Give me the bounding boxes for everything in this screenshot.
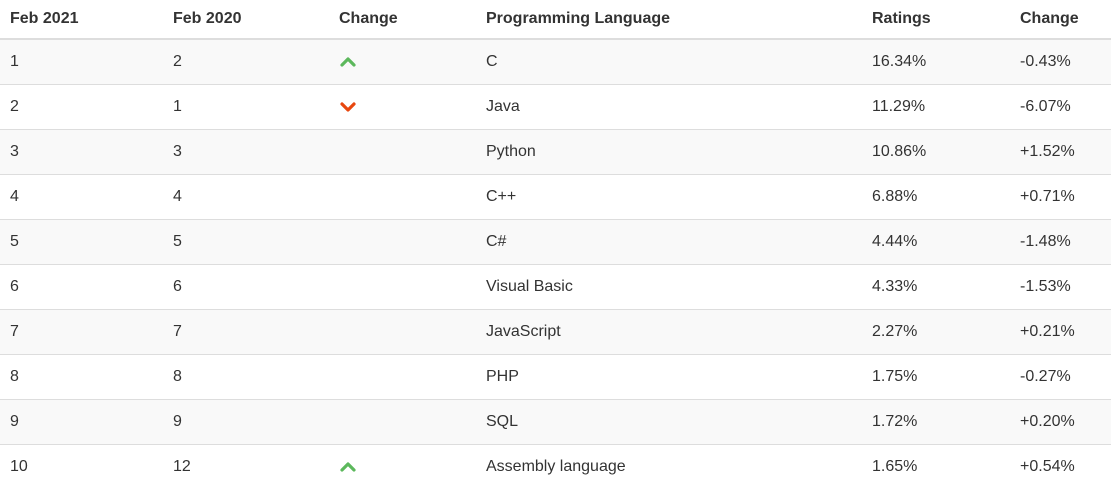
rank-feb-2021-cell: 6 <box>0 264 163 310</box>
rank-feb-2021-cell: 2 <box>0 84 163 130</box>
rank-feb-2020-cell: 9 <box>163 399 329 445</box>
language-name-cell: PHP <box>476 354 862 400</box>
rank-feb-2021-cell: 4 <box>0 174 163 220</box>
table-row: 1 2 C 16.34% -0.43% <box>0 38 1111 85</box>
language-name-cell: SQL <box>476 399 862 445</box>
rank-change-cell <box>329 309 476 355</box>
table-body: 1 2 C 16.34% -0.43% 2 1 Java 11.29% -6.07% 3 3 Pytho… <box>0 38 1111 489</box>
language-name-cell: Assembly language <box>476 444 862 489</box>
language-name-cell: C++ <box>476 174 862 220</box>
rank-feb-2020-cell: 8 <box>163 354 329 400</box>
rating-cell: 4.33% <box>862 264 1010 310</box>
rating-cell: 1.65% <box>862 444 1010 489</box>
rank-change-cell <box>329 38 476 85</box>
rank-feb-2021-cell: 7 <box>0 309 163 355</box>
language-name-cell: Java <box>476 84 862 130</box>
header-rank-change: Change <box>329 0 476 40</box>
rank-feb-2020-cell: 1 <box>163 84 329 130</box>
rating-change-cell: +0.21% <box>1010 309 1111 355</box>
rank-change-cell <box>329 264 476 310</box>
rating-change-cell: -0.27% <box>1010 354 1111 400</box>
rank-change-cell <box>329 219 476 265</box>
rank-change-cell <box>329 174 476 220</box>
table-row: 4 4 C++ 6.88% +0.71% <box>0 174 1111 220</box>
chevron-up-icon <box>339 461 357 473</box>
rating-cell: 6.88% <box>862 174 1010 220</box>
rank-feb-2020-cell: 12 <box>163 444 329 489</box>
table-row: 6 6 Visual Basic 4.33% -1.53% <box>0 264 1111 310</box>
rating-cell: 2.27% <box>862 309 1010 355</box>
rating-change-cell: +0.71% <box>1010 174 1111 220</box>
rank-feb-2021-cell: 5 <box>0 219 163 265</box>
rank-feb-2021-cell: 1 <box>0 38 163 85</box>
rating-change-cell: -1.53% <box>1010 264 1111 310</box>
table-row: 9 9 SQL 1.72% +0.20% <box>0 399 1111 445</box>
rating-cell: 10.86% <box>862 129 1010 175</box>
rank-feb-2020-cell: 2 <box>163 38 329 85</box>
rating-change-cell: -1.48% <box>1010 219 1111 265</box>
rank-feb-2021-cell: 8 <box>0 354 163 400</box>
rank-change-cell <box>329 354 476 400</box>
rating-cell: 4.44% <box>862 219 1010 265</box>
language-name-cell: Python <box>476 129 862 175</box>
chevron-down-icon <box>339 101 357 113</box>
rating-change-cell: +0.54% <box>1010 444 1111 489</box>
rank-feb-2021-cell: 9 <box>0 399 163 445</box>
rank-feb-2020-cell: 3 <box>163 129 329 175</box>
header-ratings: Ratings <box>862 0 1010 40</box>
table-row: 7 7 JavaScript 2.27% +0.21% <box>0 309 1111 355</box>
rank-feb-2020-cell: 4 <box>163 174 329 220</box>
rating-change-cell: +0.20% <box>1010 399 1111 445</box>
rank-feb-2021-cell: 3 <box>0 129 163 175</box>
language-ranking-table: Feb 2021 Feb 2020 Change Programming Lan… <box>0 0 1111 489</box>
rating-change-cell: -0.43% <box>1010 38 1111 85</box>
rating-cell: 16.34% <box>862 38 1010 85</box>
language-name-cell: C <box>476 38 862 85</box>
table-header: Feb 2021 Feb 2020 Change Programming Lan… <box>0 0 1111 40</box>
rank-change-cell <box>329 399 476 445</box>
header-programming-language: Programming Language <box>476 0 862 40</box>
table-row: 8 8 PHP 1.75% -0.27% <box>0 354 1111 400</box>
rating-cell: 11.29% <box>862 84 1010 130</box>
rating-change-cell: -6.07% <box>1010 84 1111 130</box>
language-name-cell: C# <box>476 219 862 265</box>
rank-change-cell <box>329 129 476 175</box>
language-name-cell: JavaScript <box>476 309 862 355</box>
chevron-up-icon <box>339 56 357 68</box>
rating-cell: 1.75% <box>862 354 1010 400</box>
header-feb-2021: Feb 2021 <box>0 0 163 40</box>
rank-feb-2021-cell: 10 <box>0 444 163 489</box>
table-row: 3 3 Python 10.86% +1.52% <box>0 129 1111 175</box>
header-rating-change: Change <box>1010 0 1111 40</box>
table-row: 2 1 Java 11.29% -6.07% <box>0 84 1111 130</box>
rating-cell: 1.72% <box>862 399 1010 445</box>
rating-change-cell: +1.52% <box>1010 129 1111 175</box>
header-feb-2020: Feb 2020 <box>163 0 329 40</box>
header-row: Feb 2021 Feb 2020 Change Programming Lan… <box>0 0 1111 40</box>
table-row: 5 5 C# 4.44% -1.48% <box>0 219 1111 265</box>
rank-change-cell <box>329 84 476 130</box>
rank-feb-2020-cell: 5 <box>163 219 329 265</box>
rank-change-cell <box>329 444 476 489</box>
table-row: 10 12 Assembly language 1.65% +0.54% <box>0 444 1111 489</box>
rank-feb-2020-cell: 7 <box>163 309 329 355</box>
language-name-cell: Visual Basic <box>476 264 862 310</box>
rank-feb-2020-cell: 6 <box>163 264 329 310</box>
